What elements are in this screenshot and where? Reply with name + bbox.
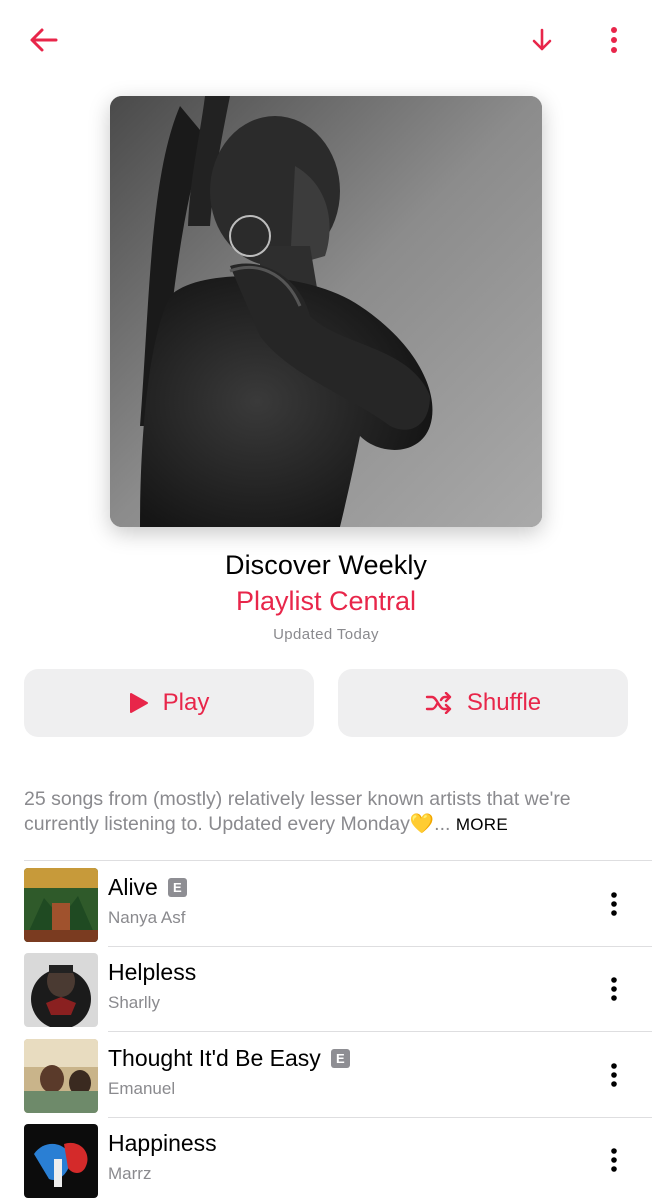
- row-divider: [108, 1031, 652, 1032]
- list-divider: [24, 860, 652, 861]
- top-bar: [0, 0, 652, 80]
- vertical-ellipsis-icon: [611, 27, 617, 53]
- explicit-badge: E: [330, 1049, 350, 1068]
- track-row[interactable]: Alive E Nanya Asf: [0, 862, 652, 948]
- more-options-button[interactable]: [596, 20, 632, 60]
- download-button[interactable]: [522, 20, 562, 60]
- shuffle-button[interactable]: Shuffle: [338, 669, 628, 737]
- playlist-screen: Discover Weekly Playlist Central Updated…: [0, 0, 652, 1200]
- play-button[interactable]: Play: [24, 669, 314, 737]
- track-title: Helpless: [108, 959, 197, 985]
- track-row[interactable]: Thought It'd Be Easy E Emanuel: [0, 1033, 652, 1119]
- arrow-down-icon: [532, 28, 552, 51]
- track-artist: Sharlly: [108, 993, 160, 1012]
- shuffle-icon: [425, 692, 452, 714]
- play-icon: [129, 693, 148, 713]
- track-title: Alive: [108, 874, 158, 900]
- track-artist: Marrz: [108, 1164, 152, 1183]
- track-artwork: [24, 1039, 98, 1113]
- vertical-ellipsis-icon: [611, 977, 617, 1001]
- track-more-button[interactable]: [596, 969, 632, 1009]
- playlist-artwork: [110, 96, 542, 527]
- back-button[interactable]: [22, 20, 66, 60]
- track-title: Happiness: [108, 1130, 217, 1156]
- vertical-ellipsis-icon: [611, 1063, 617, 1087]
- playlist-description: 25 songs from (mostly) relatively lesser…: [24, 787, 630, 837]
- track-artwork: [24, 868, 98, 942]
- track-row[interactable]: Helpless Sharlly: [0, 947, 652, 1033]
- track-title: Thought It'd Be Easy: [108, 1045, 321, 1071]
- track-row[interactable]: Happiness Marrz: [0, 1118, 652, 1200]
- track-more-button[interactable]: [596, 1055, 632, 1095]
- track-more-button[interactable]: [596, 884, 632, 924]
- track-artwork: [24, 953, 98, 1027]
- track-more-button[interactable]: [596, 1140, 632, 1180]
- more-link[interactable]: MORE: [456, 815, 508, 834]
- vertical-ellipsis-icon: [611, 892, 617, 916]
- explicit-badge: E: [167, 878, 187, 897]
- playlist-title: Discover Weekly: [224, 550, 428, 580]
- track-artist: Emanuel: [108, 1079, 176, 1098]
- arrow-left-icon: [30, 28, 58, 52]
- track-artwork: [24, 1124, 98, 1198]
- track-artist: Nanya Asf: [108, 908, 186, 927]
- shuffle-label: Shuffle: [466, 689, 542, 716]
- play-label: Play: [162, 689, 210, 716]
- playlist-curator-link[interactable]: Playlist Central: [0, 586, 652, 617]
- updated-label: Updated Today: [273, 626, 379, 643]
- vertical-ellipsis-icon: [611, 1148, 617, 1172]
